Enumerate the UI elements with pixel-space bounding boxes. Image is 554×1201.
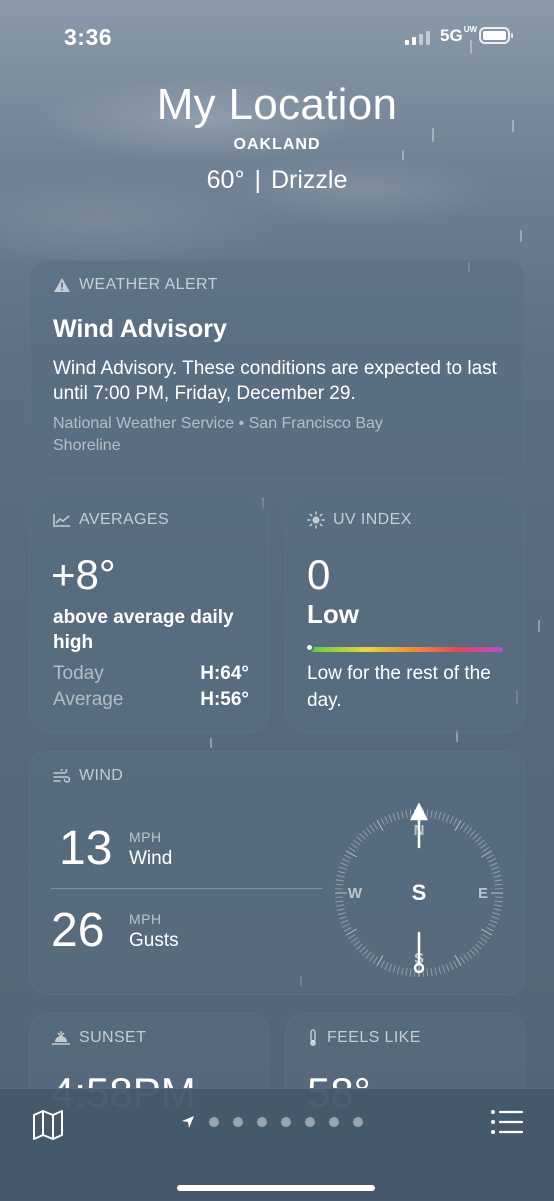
uv-description: Low for the rest of the day. bbox=[307, 660, 507, 714]
compass-west: W bbox=[348, 885, 363, 902]
sunset-label: SUNSET bbox=[79, 1029, 146, 1047]
status-time: 3:36 bbox=[64, 24, 112, 51]
page-dot[interactable] bbox=[257, 1117, 267, 1127]
map-icon[interactable] bbox=[30, 1107, 66, 1143]
warning-icon bbox=[53, 277, 71, 293]
averages-value: +8° bbox=[51, 551, 116, 599]
trend-chart-icon bbox=[53, 513, 71, 527]
wind-speed-label: Wind bbox=[129, 848, 172, 870]
wind-compass: N E W S S bbox=[329, 803, 509, 983]
list-icon[interactable] bbox=[490, 1107, 524, 1137]
city-name: OAKLAND bbox=[0, 136, 554, 154]
status-bar: 3:36 5GUW bbox=[0, 0, 554, 70]
page-dot[interactable] bbox=[329, 1117, 339, 1127]
alert-source: National Weather Service • San Francisco… bbox=[53, 413, 433, 457]
thermometer-icon bbox=[307, 1029, 319, 1047]
alert-label: WEATHER ALERT bbox=[79, 276, 218, 294]
wind-gusts-label: Gusts bbox=[129, 930, 179, 952]
location-header: My Location OAKLAND 60°|Drizzle bbox=[0, 80, 554, 195]
wind-gusts: 26 bbox=[51, 903, 104, 958]
bottom-toolbar bbox=[0, 1088, 554, 1201]
averages-card[interactable]: AVERAGES +8° above average daily high To… bbox=[29, 495, 269, 733]
uv-value: 0 bbox=[307, 551, 330, 599]
averages-row-average: AverageH:56° bbox=[53, 689, 249, 711]
current-condition: Drizzle bbox=[271, 166, 347, 194]
uv-scale-indicator bbox=[305, 643, 314, 652]
alert-body: Wind Advisory. These conditions are expe… bbox=[53, 356, 513, 406]
uv-level: Low bbox=[307, 599, 359, 630]
uv-index-card[interactable]: UV INDEX 0 Low Low for the rest of the d… bbox=[285, 495, 525, 733]
page-dot[interactable] bbox=[353, 1117, 363, 1127]
wind-speed: 13 bbox=[59, 821, 112, 876]
page-dot[interactable] bbox=[233, 1117, 243, 1127]
wind-icon bbox=[53, 769, 71, 783]
compass-direction: S bbox=[412, 880, 427, 905]
averages-label: AVERAGES bbox=[79, 511, 169, 529]
current-conditions: 60°|Drizzle bbox=[0, 166, 554, 195]
location-title: My Location bbox=[0, 80, 554, 130]
weather-alert-card[interactable]: WEATHER ALERT Wind Advisory Wind Advisor… bbox=[29, 260, 525, 479]
page-dot[interactable] bbox=[281, 1117, 291, 1127]
alert-title: Wind Advisory bbox=[53, 315, 227, 344]
network-type: 5GUW bbox=[440, 26, 477, 46]
uv-scale-bar bbox=[307, 647, 503, 652]
wind-gusts-unit: MPH bbox=[129, 911, 162, 927]
wind-label: WIND bbox=[79, 767, 123, 785]
current-temperature: 60° bbox=[207, 166, 245, 194]
page-dot[interactable] bbox=[209, 1117, 219, 1127]
uv-label: UV INDEX bbox=[333, 511, 412, 529]
averages-row-today: TodayH:64° bbox=[53, 663, 249, 685]
page-indicator[interactable] bbox=[181, 1115, 363, 1129]
wind-card[interactable]: WIND 13 MPH Wind 26 MPH Gusts N E W S S bbox=[29, 751, 525, 995]
compass-east: E bbox=[478, 885, 488, 902]
battery-icon bbox=[479, 27, 510, 44]
averages-subtitle: above average daily high bbox=[53, 605, 243, 655]
cellular-signal-icon bbox=[405, 30, 430, 45]
wind-speed-unit: MPH bbox=[129, 829, 162, 845]
page-dot[interactable] bbox=[305, 1117, 315, 1127]
sunset-icon bbox=[51, 1030, 71, 1046]
feels-like-label: FEELS LIKE bbox=[327, 1029, 421, 1047]
home-indicator bbox=[177, 1185, 375, 1191]
sun-icon bbox=[307, 511, 325, 529]
wind-divider bbox=[51, 888, 323, 889]
location-arrow-icon bbox=[181, 1115, 195, 1129]
